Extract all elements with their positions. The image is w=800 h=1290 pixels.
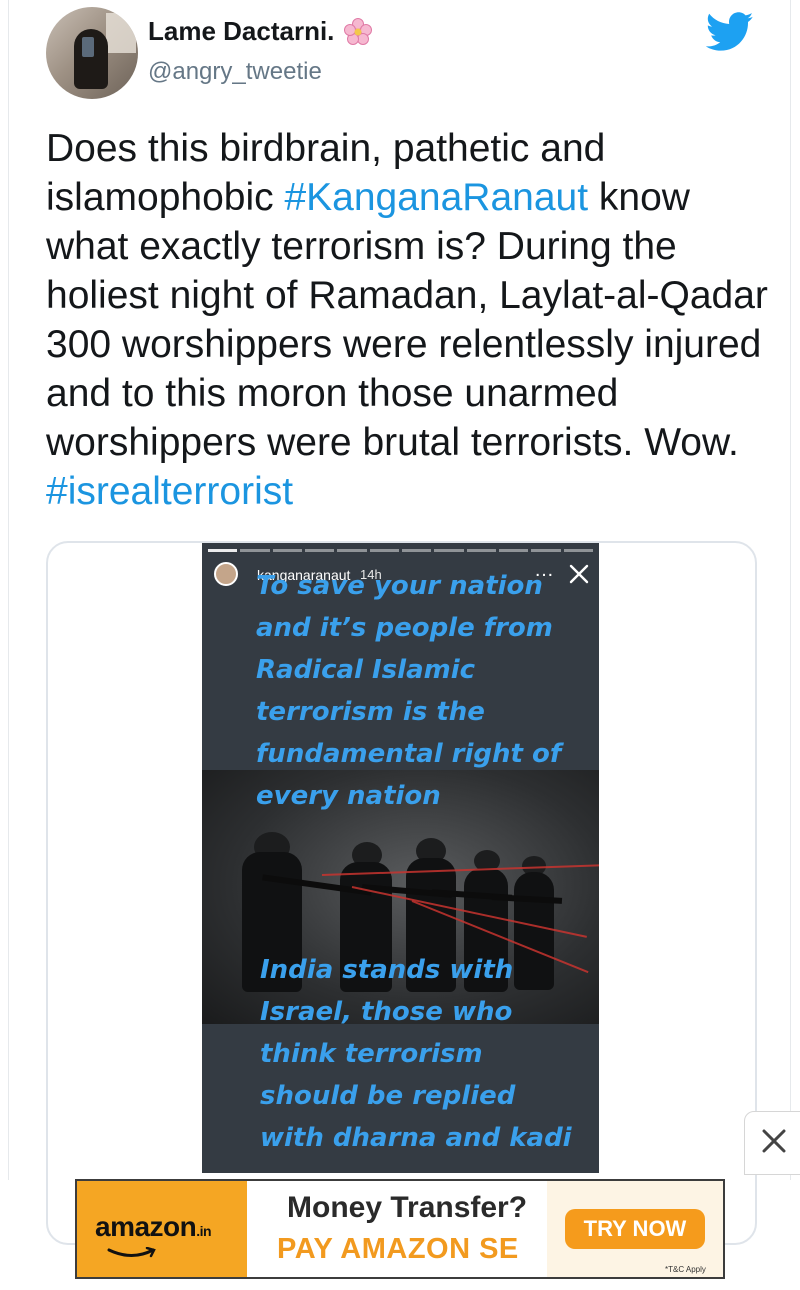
ad-cta-area: TRY NOW *T&C Apply xyxy=(547,1181,723,1277)
cherry-blossom-icon xyxy=(344,17,373,46)
hashtag-isrealterrorist[interactable]: #isrealterrorist xyxy=(46,470,293,513)
tweet-card-right-border xyxy=(790,0,791,1180)
story-caption-top: To save your nation and it’s people from… xyxy=(256,571,562,811)
ad-subtitle: PAY AMAZON SE xyxy=(277,1233,519,1265)
ad-close-button[interactable] xyxy=(744,1111,800,1175)
hashtag-kanganaranaut[interactable]: #KanganaRanaut xyxy=(284,176,588,219)
amazon-logo-area: amazon.in xyxy=(77,1181,247,1277)
twitter-bird-icon[interactable] xyxy=(705,12,754,52)
ad-title: Money Transfer? xyxy=(287,1191,528,1224)
tweet-text: Does this birdbrain, pathetic and islamo… xyxy=(46,124,776,516)
close-icon[interactable] xyxy=(568,563,590,585)
ad-copy: Money Transfer? PAY AMAZON SE xyxy=(247,1181,547,1277)
user-avatar[interactable] xyxy=(46,7,138,99)
amazon-smile-icon xyxy=(107,1247,156,1258)
user-name-row: Lame Dactarni. xyxy=(148,16,373,47)
amazon-logo-text: amazon xyxy=(95,1211,197,1242)
amazon-logo: amazon.in xyxy=(95,1211,212,1243)
amazon-ad-banner[interactable]: amazon.in Money Transfer? PAY AMAZON SE … xyxy=(75,1179,725,1279)
close-icon[interactable] xyxy=(761,1128,787,1154)
story-caption-bottom: India stands with Israel, those who thin… xyxy=(260,955,572,1153)
user-display-name[interactable]: Lame Dactarni. xyxy=(148,16,334,47)
story-progress-bar xyxy=(208,549,593,552)
amazon-logo-suffix: .in xyxy=(196,1223,212,1239)
tweet-card-left-border xyxy=(8,0,9,1180)
story-user-avatar[interactable] xyxy=(214,562,238,586)
tweet-text-part: know what exactly terrorism is? During t… xyxy=(46,176,768,464)
ad-terms: *T&C Apply xyxy=(665,1265,706,1274)
user-handle[interactable]: @angry_tweetie xyxy=(148,58,322,86)
try-now-button[interactable]: TRY NOW xyxy=(565,1209,705,1249)
instagram-story-screenshot[interactable]: kanganaranaut 14h … To save your nation … xyxy=(202,543,599,1173)
